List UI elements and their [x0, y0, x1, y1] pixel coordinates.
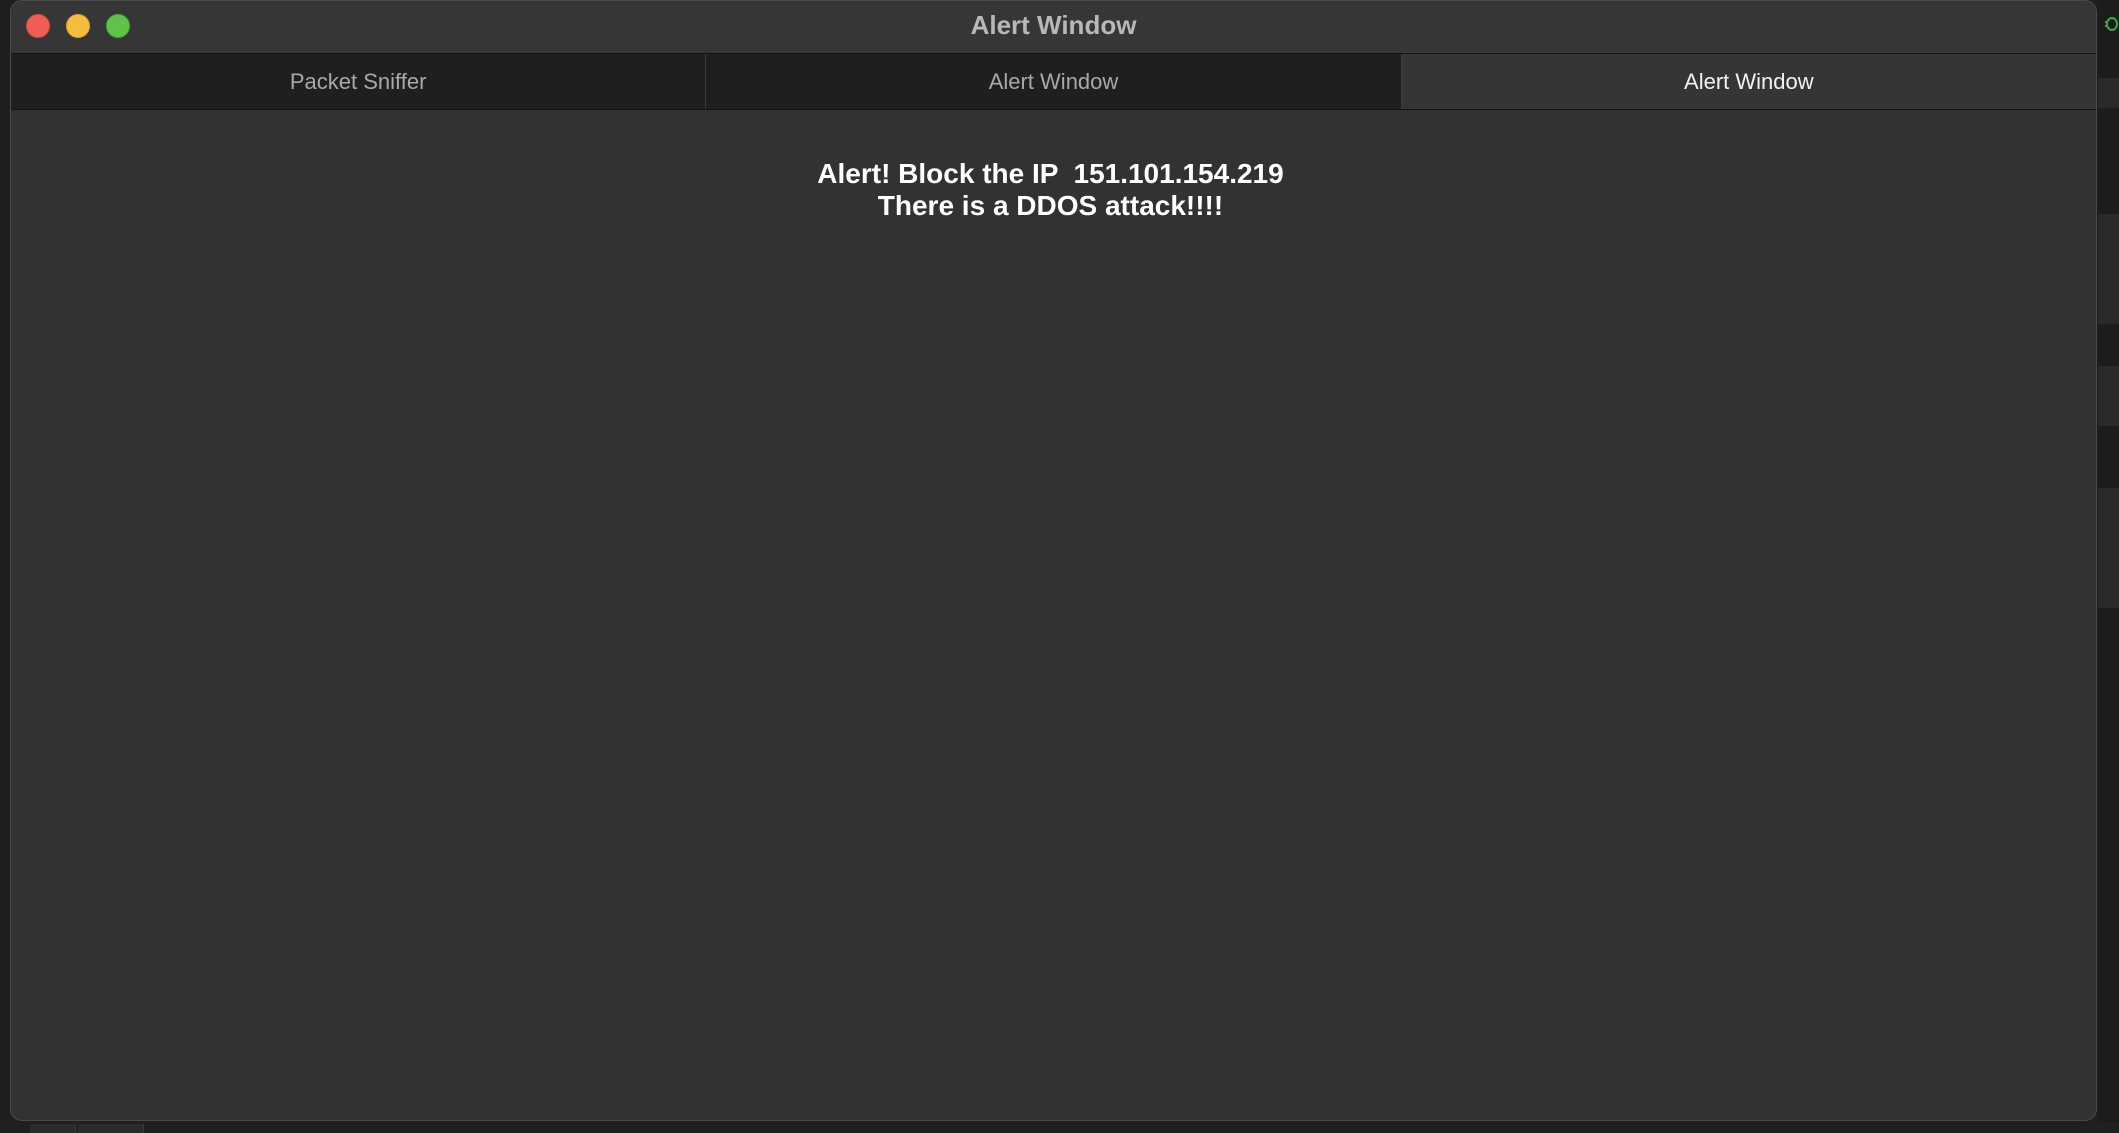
window-title: Alert Window — [970, 10, 1137, 40]
tab-alert-window-active[interactable]: Alert Window — [1401, 54, 2096, 109]
alert-message: Alert! Block the IP 151.101.154.219 Ther… — [11, 158, 2090, 222]
background-bottom-strip — [0, 1122, 2119, 1133]
alert-line-attack: There is a DDOS attack!!!! — [877, 190, 1224, 221]
alert-window: Alert Window Packet Sniffer Alert Window… — [10, 0, 2097, 1121]
tab-bar: Packet Sniffer Alert Window Alert Window — [11, 53, 2096, 110]
title-bar[interactable]: Alert Window — [11, 1, 2096, 53]
bug-icon[interactable] — [2101, 14, 2119, 32]
background-app-strip — [2098, 0, 2119, 1133]
background-segment — [78, 1124, 144, 1133]
background-row — [2098, 488, 2119, 608]
background-row — [2098, 214, 2119, 324]
tab-packet-sniffer[interactable]: Packet Sniffer — [11, 54, 707, 109]
background-row — [2098, 78, 2119, 108]
background-segment — [30, 1124, 76, 1133]
content-area: Alert! Block the IP 151.101.154.219 Ther… — [11, 110, 2096, 1120]
alert-line-ip: Alert! Block the IP 151.101.154.219 — [817, 158, 1284, 189]
background-row — [2098, 366, 2119, 426]
tab-alert-window[interactable]: Alert Window — [706, 54, 1402, 109]
